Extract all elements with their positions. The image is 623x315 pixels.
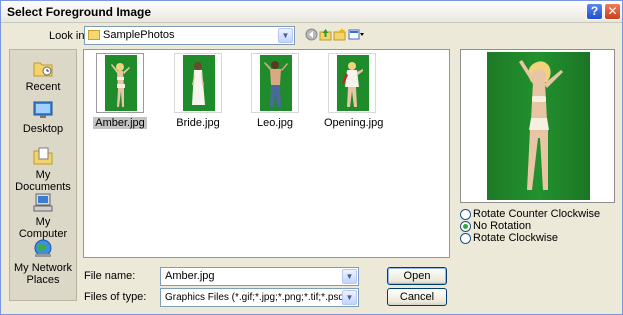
dialog-title: Select Foreground Image [7,5,152,19]
radio-label: Rotate Clockwise [473,232,558,244]
thumbnail [174,53,222,113]
chevron-down-icon[interactable]: ▼ [342,290,357,305]
up-folder-icon[interactable] [319,28,332,41]
thumbnail [251,53,299,113]
radio-rotate-clockwise[interactable] [460,233,471,244]
file-name-value[interactable]: Amber.jpg [165,270,215,282]
places-bar: Recent Desktop My Documents My Computer … [9,49,77,301]
file-type-label: Files of type: [84,291,147,303]
file-type-dropdown[interactable]: Graphics Files (*.gif;*.jpg;*.png;*.tif;… [160,288,359,307]
chevron-down-icon[interactable]: ▼ [342,269,357,284]
place-label: Desktop [22,123,64,135]
file-name: Leo.jpg [256,117,294,129]
look-in-value: SamplePhotos [103,29,175,41]
radio-no-rotation[interactable] [460,221,471,232]
folder-icon [88,30,100,40]
look-in-dropdown[interactable]: SamplePhotos ▼ [84,26,295,45]
thumbnail [96,53,144,113]
file-name-field[interactable]: Amber.jpg ▼ [160,267,359,286]
recent-folder-icon [32,58,54,78]
back-icon[interactable] [305,28,318,41]
place-my-network-places[interactable]: My Network Places [10,239,76,286]
chevron-down-icon[interactable]: ▼ [278,28,293,43]
help-button[interactable]: ? [586,3,603,20]
close-button[interactable]: ✕ [604,3,621,20]
look-in-label: Look in: [49,30,88,42]
file-name: Amber.jpg [93,117,147,129]
close-icon: ✕ [607,4,618,18]
open-button[interactable]: Open [387,267,447,285]
place-label: My Network Places [13,262,73,286]
file-list[interactable]: Amber.jpg Bride.jpg Leo.jpg Opening.jpg [83,49,450,258]
cancel-button[interactable]: Cancel [387,288,447,306]
place-desktop[interactable]: Desktop [10,100,76,135]
network-places-icon [32,239,54,259]
place-recent[interactable]: Recent [10,58,76,93]
thumbnail [328,53,376,113]
file-name: Opening.jpg [324,117,384,129]
new-folder-icon[interactable] [333,28,346,41]
place-my-documents[interactable]: My Documents [10,146,76,193]
file-item-leo[interactable]: Leo.jpg [245,53,305,129]
desktop-icon [32,100,54,120]
file-name-label: File name: [84,270,136,282]
views-menu-icon[interactable] [348,28,365,41]
place-label: Recent [25,81,61,93]
file-item-opening[interactable]: Opening.jpg [322,53,384,129]
radio-label: No Rotation [473,220,532,232]
file-name: Bride.jpg [176,117,220,129]
radio-label: Rotate Counter Clockwise [473,208,601,220]
help-icon: ? [590,4,599,18]
file-item-amber[interactable]: Amber.jpg [90,53,150,129]
place-label: My Computer [18,216,68,240]
file-item-bride[interactable]: Bride.jpg [168,53,228,129]
my-computer-icon [32,193,54,213]
preview-figure [519,60,563,190]
place-label: My Documents [15,169,71,193]
title-bar[interactable]: Select Foreground Image ? ✕ [1,1,622,23]
image-preview [460,49,615,203]
place-my-computer[interactable]: My Computer [10,193,76,240]
my-documents-icon [32,146,54,166]
file-type-value: Graphics Files (*.gif;*.jpg;*.png;*.tif;… [165,292,348,303]
radio-rotate-counter-clockwise[interactable] [460,209,471,220]
dialog-window: Select Foreground Image ? ✕ Look in: Sam… [0,0,623,315]
